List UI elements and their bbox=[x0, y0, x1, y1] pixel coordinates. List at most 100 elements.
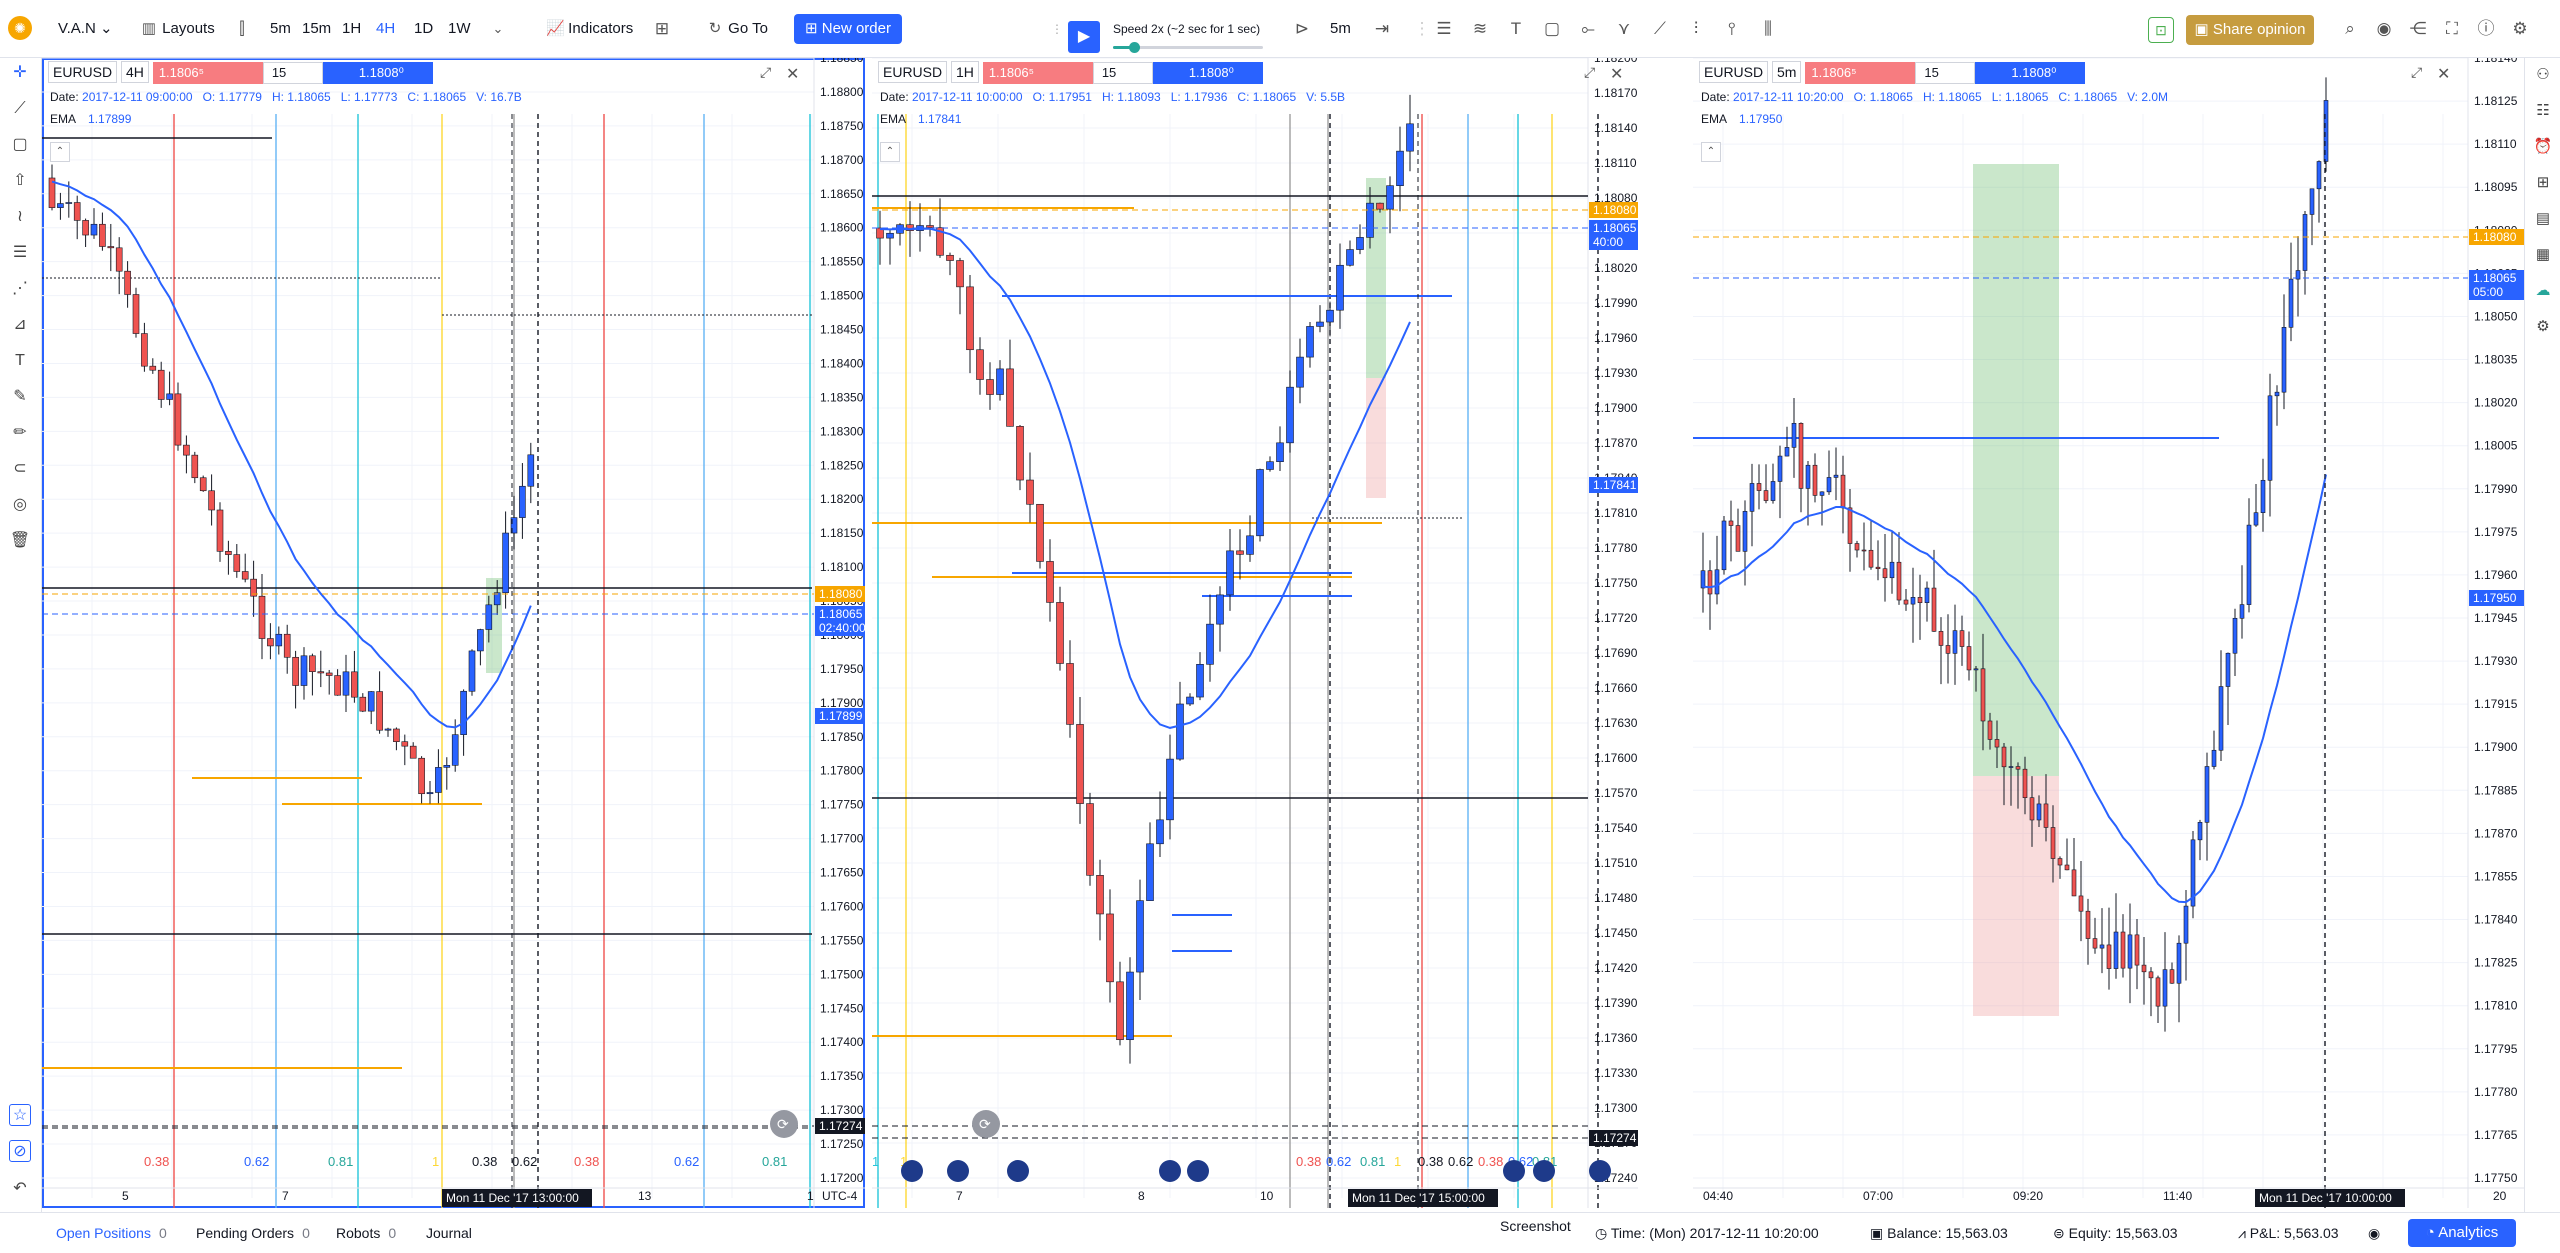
bar-style-icon[interactable]: ⫿ bbox=[230, 17, 254, 41]
star-icon[interactable]: ☆ bbox=[9, 1104, 31, 1126]
measure-icon[interactable]: ⊿ bbox=[9, 314, 31, 336]
camera-icon[interactable]: ◉ bbox=[2372, 17, 2396, 41]
close-icon[interactable]: ✕ bbox=[786, 64, 799, 84]
chart-panel-4h[interactable]: 1.18850 1.18800 1.18750 1.18700 1.18650 1.186… bbox=[42, 58, 865, 1208]
news-icon[interactable]: ▤ bbox=[2532, 208, 2554, 230]
buy-button[interactable]: 1.1808⁰ bbox=[1975, 62, 2086, 84]
tf-4h[interactable]: 4H bbox=[376, 15, 395, 43]
close-icon[interactable]: ✕ bbox=[1610, 64, 1623, 84]
tab-pending-orders[interactable]: Pending Orders 0 bbox=[196, 1225, 310, 1241]
sync-icon[interactable]: ⊘ bbox=[9, 1140, 31, 1162]
drag-handle-icon[interactable]: ⋮ bbox=[1045, 17, 1069, 41]
help-icon[interactable]: ⓘ bbox=[2474, 17, 2498, 41]
trend-line-icon[interactable]: ⟋ bbox=[9, 98, 31, 120]
chart-panel-1h[interactable]: 1.18200 1.18170 1.18140 1.18110 1.18080 1.180… bbox=[872, 58, 1638, 1208]
maximize-icon[interactable]: ⤢ bbox=[760, 64, 771, 81]
ema-legend[interactable]: EMA 1.17950 bbox=[1701, 112, 1782, 126]
magnet-icon[interactable]: ⊂ bbox=[9, 458, 31, 480]
settings-gear-icon[interactable]: ⚙ bbox=[2508, 17, 2532, 41]
chevron-down-icon[interactable]: ⌄ bbox=[486, 17, 510, 41]
vertical-line-icon[interactable]: ⫶ bbox=[1684, 17, 1708, 41]
analytics-button[interactable]: ◔ Analytics bbox=[2408, 1219, 2516, 1247]
maximize-icon[interactable]: ⤢ bbox=[1584, 64, 1595, 81]
undo-icon[interactable]: ↶ bbox=[9, 1178, 31, 1200]
rectangle-icon[interactable]: ▢ bbox=[9, 134, 31, 156]
quantity-input[interactable]: 15 bbox=[262, 62, 323, 84]
speed-knob[interactable] bbox=[1129, 42, 1140, 53]
pencil-icon[interactable]: ✏ bbox=[9, 422, 31, 444]
tf-15m[interactable]: 15m bbox=[302, 15, 331, 43]
sell-button[interactable]: 1.1806⁵ bbox=[982, 62, 1093, 84]
tab-open-positions[interactable]: Open Positions 0 bbox=[56, 1225, 167, 1241]
path-icon[interactable]: ⋰ bbox=[9, 278, 31, 300]
visibility-icon[interactable]: ◉ bbox=[2368, 1225, 2380, 1242]
eye-icon[interactable]: ◎ bbox=[9, 494, 31, 516]
play-icon[interactable]: ▶ bbox=[1068, 21, 1100, 53]
gift-icon[interactable]: ⊡ bbox=[2148, 17, 2174, 43]
quantity-input[interactable]: 15 bbox=[1915, 62, 1976, 84]
fib-icon[interactable]: ☰ bbox=[9, 242, 31, 264]
account-menu[interactable]: V.A.N ⌄ bbox=[58, 15, 113, 43]
chart-canvas-4h[interactable]: 1.18850 1.18800 1.18750 1.18700 1.18650 1.186… bbox=[42, 58, 865, 1208]
rectangle-tool-icon[interactable]: ▢ bbox=[1540, 17, 1564, 41]
tf-5m[interactable]: 5m bbox=[270, 15, 291, 43]
maximize-icon[interactable]: ⤢ bbox=[2411, 64, 2422, 81]
settings-sliders-icon[interactable]: ☰ bbox=[1432, 17, 1456, 41]
symbol-button[interactable]: EURUSD bbox=[1699, 61, 1769, 83]
chart-panel-5m[interactable]: 1.18140 1.18125 1.18110 1.18095 1.18080 1.180… bbox=[1693, 58, 2524, 1208]
close-icon[interactable]: ✕ bbox=[2437, 64, 2450, 84]
pattern-icon[interactable]: ≀ bbox=[9, 206, 31, 228]
document-icon[interactable]: ▦ bbox=[2532, 244, 2554, 266]
tf-1h[interactable]: 1H bbox=[342, 15, 361, 43]
indicators-button[interactable]: 📈 Indicators bbox=[546, 15, 633, 43]
brush-icon[interactable]: ✎ bbox=[9, 386, 31, 408]
horizontal-line-icon[interactable]: ⟜ bbox=[1576, 17, 1600, 41]
chart-canvas-5m[interactable]: 1.18140 1.18125 1.18110 1.18095 1.18080 1.180… bbox=[1693, 58, 2524, 1208]
bars-tool-icon[interactable]: ⫼ bbox=[1756, 17, 1780, 41]
sell-button[interactable]: 1.1806⁵ bbox=[1805, 62, 1916, 84]
alarm-icon[interactable]: ⏰ bbox=[2532, 136, 2554, 158]
templates-icon[interactable]: ⊞ bbox=[650, 17, 674, 41]
timeframe-button[interactable]: 4H bbox=[121, 61, 149, 83]
goto-button[interactable]: ↻ Go To bbox=[706, 15, 768, 43]
share-opinion-button[interactable]: ▣ Share opinion bbox=[2186, 15, 2314, 45]
settings-icon[interactable]: ⚙ bbox=[2532, 316, 2554, 338]
trend-line-icon[interactable]: ⟋ bbox=[1648, 17, 1672, 41]
crosshair-icon[interactable]: ✛ bbox=[9, 62, 31, 84]
sell-button[interactable]: 1.1806⁵ bbox=[152, 62, 263, 84]
cloud-icon[interactable]: ☁ bbox=[2532, 280, 2554, 302]
user-icon[interactable]: ⚇ bbox=[2532, 64, 2554, 86]
jump-icon[interactable]: ⇥ bbox=[1370, 17, 1394, 41]
tab-robots[interactable]: Robots 0 bbox=[336, 1225, 396, 1241]
app-logo-icon[interactable]: ✺ bbox=[8, 16, 32, 40]
path-tool-icon[interactable]: ⋎ bbox=[1612, 17, 1636, 41]
tab-journal[interactable]: Journal bbox=[426, 1225, 472, 1241]
screenshot-label[interactable]: Screenshot bbox=[1500, 1218, 1571, 1234]
collapse-legend-icon[interactable]: ⌃ bbox=[880, 142, 900, 162]
buy-button[interactable]: 1.1808⁰ bbox=[322, 62, 433, 84]
adjust-icon[interactable]: ≋ bbox=[1468, 17, 1492, 41]
fib-tool-icon[interactable]: ⫯ bbox=[1720, 17, 1744, 41]
search-icon[interactable]: ⌕ bbox=[2338, 17, 2362, 41]
timeframe-button[interactable]: 1H bbox=[951, 61, 979, 83]
collapse-legend-icon[interactable]: ⌃ bbox=[50, 142, 70, 162]
text-tool-icon[interactable]: T bbox=[1504, 17, 1528, 41]
tf-1w[interactable]: 1W bbox=[448, 15, 471, 43]
tf-1d[interactable]: 1D bbox=[414, 15, 433, 43]
replay-timeframe[interactable]: 5m bbox=[1330, 15, 1351, 43]
layouts-button[interactable]: ▥ Layouts bbox=[140, 15, 215, 43]
symbol-button[interactable]: EURUSD bbox=[878, 61, 948, 83]
trash-icon[interactable]: 🗑 bbox=[9, 530, 31, 552]
speed-slider[interactable] bbox=[1113, 42, 1263, 53]
fullscreen-icon[interactable]: ⛶ bbox=[2440, 17, 2464, 41]
ema-legend[interactable]: EMA 1.17899 bbox=[50, 112, 131, 126]
chart-canvas-1h[interactable]: 1.182001.181701.181401.181101.180801.180… bbox=[872, 58, 1638, 1208]
quantity-input[interactable]: 15 bbox=[1092, 62, 1153, 84]
arrow-up-icon[interactable]: ⇧ bbox=[9, 170, 31, 192]
timeframe-button[interactable]: 5m bbox=[1772, 61, 1802, 83]
collapse-legend-icon[interactable]: ⌃ bbox=[1701, 142, 1721, 162]
ema-legend[interactable]: EMA 1.17841 bbox=[880, 112, 961, 126]
symbol-button[interactable]: EURUSD bbox=[48, 61, 118, 83]
share-icon[interactable]: ⋲ bbox=[2406, 17, 2430, 41]
watchlist-icon[interactable]: ☷ bbox=[2532, 100, 2554, 122]
